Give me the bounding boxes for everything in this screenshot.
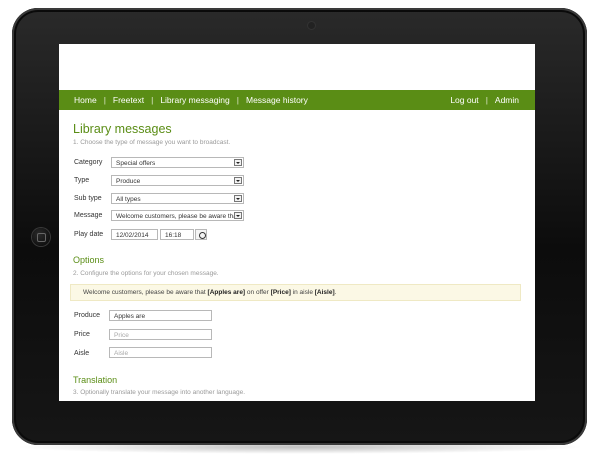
subtype-select[interactable]: All types <box>111 193 244 204</box>
preview-text: . <box>334 289 337 296</box>
preview-token-aisle: [Aisle] <box>314 289 335 296</box>
category-value: Special offers <box>116 160 156 167</box>
category-select[interactable]: Special offers <box>111 157 244 168</box>
camera-icon <box>308 22 315 29</box>
playdate-label: Play date <box>74 231 104 238</box>
home-button[interactable] <box>32 228 50 246</box>
translation-title: Translation <box>73 375 118 385</box>
nav-separator: | <box>485 95 488 105</box>
nav-log-out[interactable]: Log out <box>450 95 478 105</box>
message-value: Welcome customers, please be aware that <box>116 213 239 220</box>
price-input[interactable]: Price <box>109 329 212 340</box>
step-3-hint: 3. Optionally translate your message int… <box>73 389 245 396</box>
message-label: Message <box>74 212 103 219</box>
preview-text: in aisle <box>290 289 315 296</box>
nav-admin[interactable]: Admin <box>495 95 519 105</box>
preview-token-price: [Price] <box>270 289 291 296</box>
nav-bar: Home | Freetext | Library messaging | Message … <box>59 90 535 110</box>
category-label: Category <box>74 159 103 166</box>
type-label: Type <box>74 177 90 184</box>
produce-input[interactable]: Apples are <box>109 310 212 321</box>
chevron-down-icon <box>234 195 242 202</box>
stage: Home | Freetext | Library messaging | Message … <box>0 0 600 470</box>
step-2-hint: 2. Configure the options for your chosen… <box>73 270 219 277</box>
chevron-down-icon <box>234 177 242 184</box>
date-input[interactable]: 12/02/2014 <box>111 229 158 240</box>
message-select[interactable]: Welcome customers, please be aware that <box>111 210 244 221</box>
nav-separator: | <box>236 95 239 105</box>
type-value: Produce <box>116 178 141 185</box>
aisle-input[interactable]: Aisle <box>109 347 212 358</box>
nav-separator: | <box>103 95 106 105</box>
chevron-down-icon <box>234 212 242 219</box>
app-screen: Home | Freetext | Library messaging | Message … <box>59 44 535 401</box>
nav-left: Home | Freetext | Library messaging | Message … <box>74 95 308 105</box>
aisle-label: Aisle <box>74 350 90 357</box>
nav-right: Log out | Admin <box>450 95 519 105</box>
nav-message-history[interactable]: Message history <box>246 95 308 105</box>
nav-separator: | <box>151 95 154 105</box>
price-label: Price <box>74 331 90 338</box>
preview-token-produce: [Apples are] <box>207 289 246 296</box>
produce-label: Produce <box>74 312 101 319</box>
step-1-hint: 1. Choose the type of message you want t… <box>73 139 231 146</box>
preview-text: Welcome customers, please be aware that <box>83 289 208 296</box>
subtype-value: All types <box>116 196 141 203</box>
subtype-label: Sub type <box>74 195 102 202</box>
type-select[interactable]: Produce <box>111 175 244 186</box>
message-preview: Welcome customers, please be aware that … <box>70 284 521 301</box>
preview-text: on offer <box>245 289 271 296</box>
nav-library-messaging[interactable]: Library messaging <box>160 95 229 105</box>
time-input[interactable]: 16:18 <box>160 229 194 240</box>
chevron-down-icon <box>234 159 242 166</box>
page-title: Library messages <box>73 122 172 136</box>
nav-freetext[interactable]: Freetext <box>113 95 144 105</box>
clock-icon[interactable] <box>195 229 207 240</box>
nav-home[interactable]: Home <box>74 95 97 105</box>
options-title: Options <box>73 255 105 265</box>
